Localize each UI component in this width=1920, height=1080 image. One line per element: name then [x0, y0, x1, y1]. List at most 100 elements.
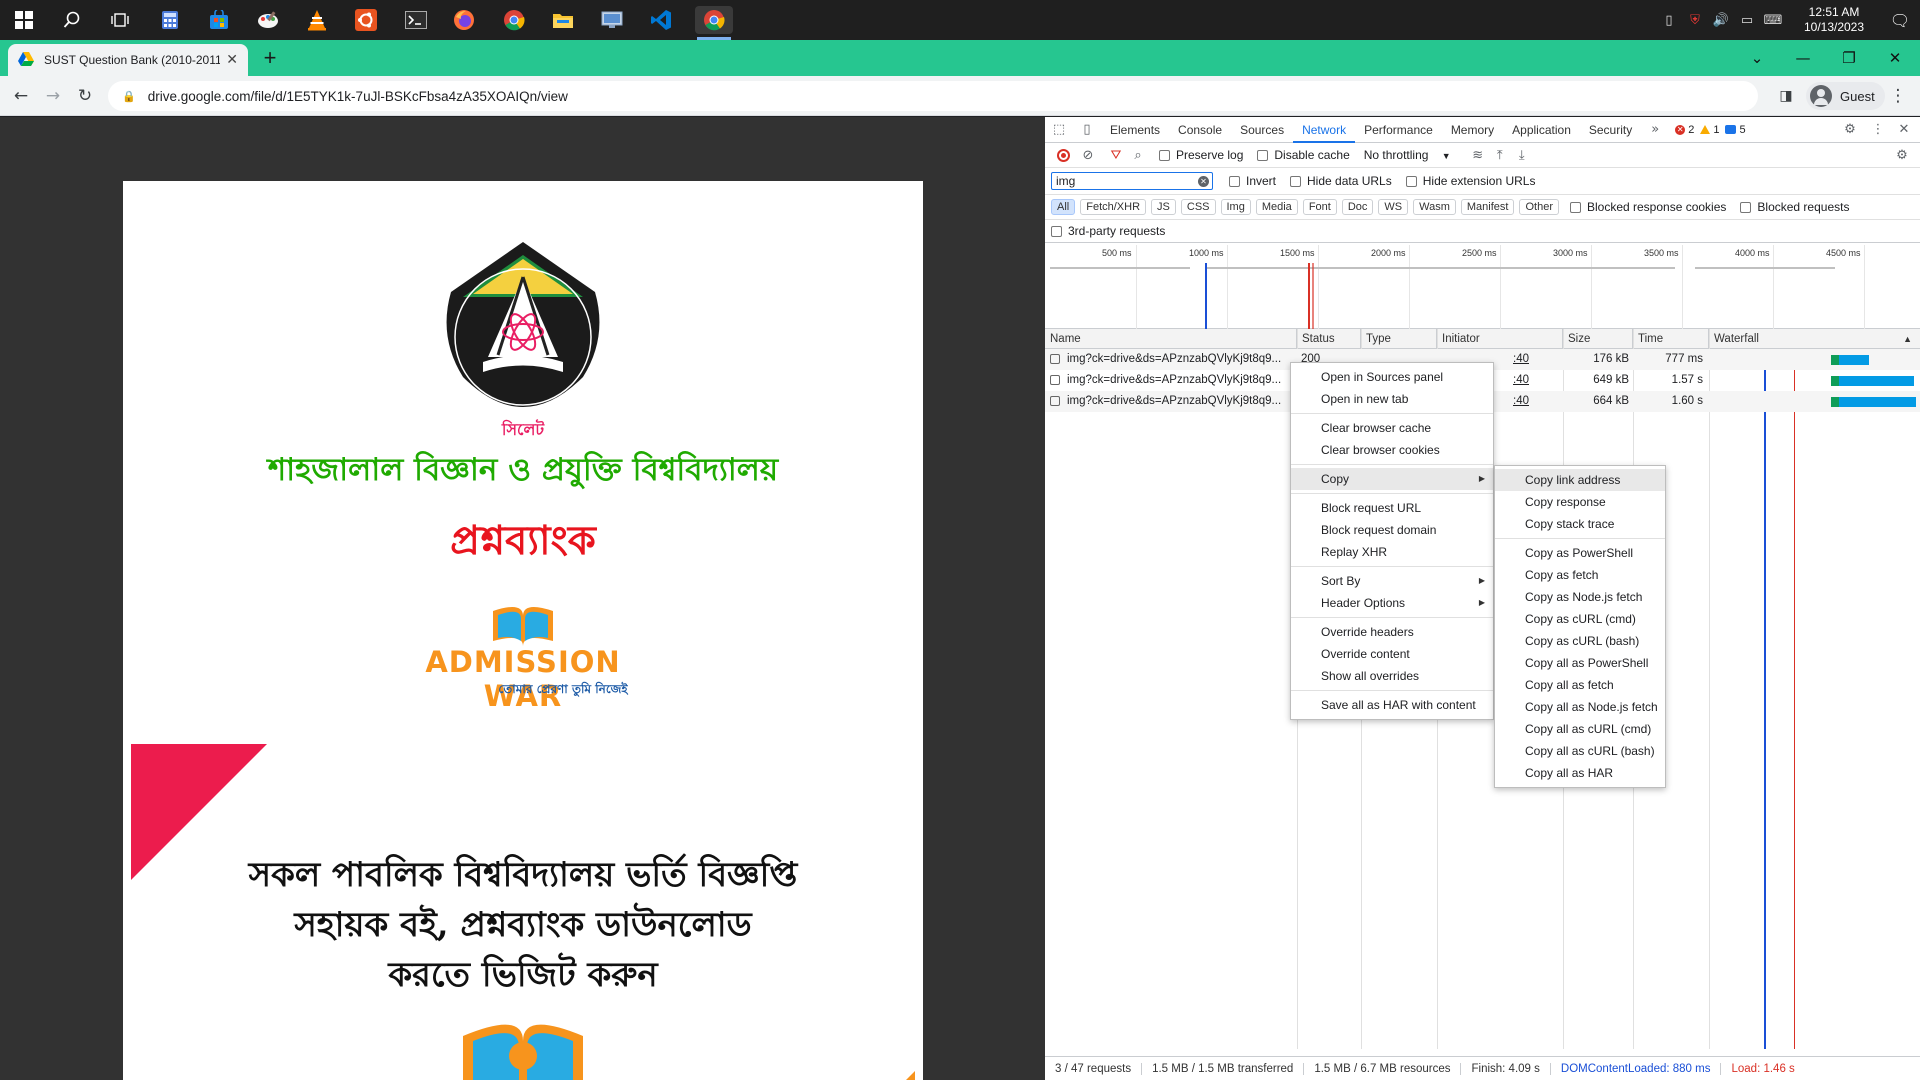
- menu-save-har[interactable]: Save all as HAR with content: [1291, 694, 1493, 716]
- third-party-checkbox[interactable]: 3rd-party requests: [1051, 224, 1165, 238]
- menu-copy-all-as-fetch[interactable]: Copy all as fetch: [1495, 674, 1665, 696]
- device-toolbar-icon[interactable]: ▯: [1073, 122, 1101, 137]
- menu-copy-as-fetch[interactable]: Copy as fetch: [1495, 564, 1665, 586]
- close-window-button[interactable]: ✕: [1872, 40, 1918, 76]
- terminal-icon[interactable]: [402, 6, 430, 34]
- volume-icon[interactable]: 🔊: [1710, 13, 1732, 28]
- notification-icon[interactable]: 🗨: [1880, 11, 1920, 30]
- menu-copy-as-powershell[interactable]: Copy as PowerShell: [1495, 542, 1665, 564]
- menu-copy-all-as-curl-bash[interactable]: Copy all as cURL (bash): [1495, 740, 1665, 762]
- lock-icon[interactable]: 🔒: [122, 90, 136, 103]
- col-name[interactable]: Name: [1045, 329, 1297, 349]
- menu-clear-cache[interactable]: Clear browser cache: [1291, 417, 1493, 439]
- menu-replay-xhr[interactable]: Replay XHR: [1291, 541, 1493, 563]
- reload-button[interactable]: ↻: [73, 84, 97, 108]
- hide-extension-urls-checkbox[interactable]: Hide extension URLs: [1405, 174, 1535, 188]
- col-time[interactable]: Time: [1633, 329, 1709, 349]
- disable-cache-checkbox[interactable]: Disable cache: [1257, 148, 1350, 162]
- record-button[interactable]: [1057, 148, 1070, 162]
- import-har-icon[interactable]: ⤒: [1489, 148, 1511, 163]
- vlc-icon[interactable]: [303, 6, 331, 34]
- tab-application[interactable]: Application: [1503, 117, 1580, 143]
- menu-block-url[interactable]: Block request URL: [1291, 497, 1493, 519]
- restore-button[interactable]: ❐: [1826, 40, 1872, 76]
- chrome-icon[interactable]: [500, 6, 528, 34]
- menu-show-overrides[interactable]: Show all overrides: [1291, 665, 1493, 687]
- menu-copy-all-as-curl-cmd[interactable]: Copy all as cURL (cmd): [1495, 718, 1665, 740]
- type-filter-wasm[interactable]: Wasm: [1413, 199, 1456, 215]
- preserve-log-checkbox[interactable]: Preserve log: [1159, 148, 1243, 162]
- settings-gear-icon[interactable]: ⚙: [1836, 122, 1864, 137]
- menu-header-options[interactable]: Header Options ▶: [1291, 592, 1493, 614]
- menu-copy-all-as-nodejs-fetch[interactable]: Copy all as Node.js fetch: [1495, 696, 1665, 718]
- windows-start-icon[interactable]: [10, 6, 38, 34]
- network-conditions-icon[interactable]: ≋: [1467, 148, 1489, 163]
- message-count-badge[interactable]: 5: [1725, 124, 1746, 136]
- request-initiator[interactable]: :40: [1513, 391, 1553, 412]
- menu-copy-as-curl-cmd[interactable]: Copy as cURL (cmd): [1495, 608, 1665, 630]
- security-shield-icon[interactable]: ⛨: [1684, 13, 1706, 28]
- clear-icon[interactable]: ⊘: [1077, 148, 1099, 163]
- type-filter-manifest[interactable]: Manifest: [1460, 199, 1515, 215]
- type-filter-img[interactable]: Img: [1220, 199, 1251, 215]
- tab-network[interactable]: Network: [1293, 117, 1356, 143]
- warning-count-badge[interactable]: 1: [1700, 124, 1719, 136]
- back-button[interactable]: ←: [9, 84, 33, 108]
- network-icon[interactable]: ▭: [1736, 13, 1758, 28]
- clear-filter-icon[interactable]: ✕: [1198, 176, 1209, 187]
- address-bar[interactable]: 🔒 drive.google.com/file/d/1E5TYK1k-7uJl-…: [108, 81, 1758, 111]
- search-icon[interactable]: [58, 6, 86, 34]
- type-filter-css[interactable]: CSS: [1180, 199, 1216, 215]
- profile-button[interactable]: Guest: [1806, 82, 1885, 110]
- tab-console[interactable]: Console: [1169, 117, 1231, 143]
- menu-copy-response[interactable]: Copy response: [1495, 491, 1665, 513]
- remote-desktop-icon[interactable]: [598, 6, 626, 34]
- menu-copy-as-curl-bash[interactable]: Copy as cURL (bash): [1495, 630, 1665, 652]
- blocked-requests-checkbox[interactable]: Blocked requests: [1740, 200, 1849, 214]
- col-initiator[interactable]: Initiator: [1437, 329, 1563, 349]
- filter-icon[interactable]: ⛛: [1105, 148, 1127, 163]
- menu-block-domain[interactable]: Block request domain: [1291, 519, 1493, 541]
- tab-memory[interactable]: Memory: [1442, 117, 1503, 143]
- type-filter-ws[interactable]: WS: [1378, 199, 1409, 215]
- menu-copy[interactable]: Copy ▶: [1291, 468, 1493, 490]
- type-filter-other[interactable]: Other: [1519, 199, 1559, 215]
- blocked-response-cookies-checkbox[interactable]: Blocked response cookies: [1569, 200, 1726, 214]
- file-explorer-icon[interactable]: [549, 6, 577, 34]
- battery-icon[interactable]: ▯: [1658, 13, 1680, 28]
- network-settings-icon[interactable]: ⚙: [1888, 148, 1916, 163]
- tab-performance[interactable]: Performance: [1355, 117, 1442, 143]
- col-size[interactable]: Size: [1563, 329, 1633, 349]
- type-filter-media[interactable]: Media: [1255, 199, 1298, 215]
- type-filter-js[interactable]: JS: [1151, 199, 1176, 215]
- menu-open-in-new-tab[interactable]: Open in new tab: [1291, 388, 1493, 410]
- export-har-icon[interactable]: ⤓: [1511, 148, 1533, 163]
- type-filter-font[interactable]: Font: [1302, 199, 1337, 215]
- chrome-active-icon[interactable]: [695, 6, 733, 40]
- request-initiator[interactable]: :40: [1513, 370, 1553, 391]
- throttling-select[interactable]: No throttling ▼: [1364, 148, 1451, 162]
- filter-input[interactable]: img ✕: [1051, 172, 1213, 190]
- tab-elements[interactable]: Elements: [1101, 117, 1169, 143]
- ubuntu-icon[interactable]: [352, 6, 380, 34]
- new-tab-button[interactable]: +: [258, 46, 282, 70]
- network-overview[interactable]: 500 ms 1000 ms 1500 ms 2000 ms 2500 ms 3…: [1045, 245, 1920, 329]
- vscode-icon[interactable]: [647, 6, 675, 34]
- menu-override-headers[interactable]: Override headers: [1291, 621, 1493, 643]
- calculator-icon[interactable]: [156, 6, 184, 34]
- inspect-element-icon[interactable]: ⬚: [1045, 122, 1073, 137]
- menu-clear-cookies[interactable]: Clear browser cookies: [1291, 439, 1493, 461]
- tab-close-icon[interactable]: ✕: [226, 52, 238, 68]
- tab-security[interactable]: Security: [1580, 117, 1641, 143]
- tab-search-icon[interactable]: ⌄: [1734, 40, 1780, 76]
- search-network-icon[interactable]: ⌕: [1127, 148, 1149, 163]
- menu-override-content[interactable]: Override content: [1291, 643, 1493, 665]
- invert-checkbox[interactable]: Invert: [1229, 174, 1276, 188]
- minimize-button[interactable]: —: [1780, 40, 1826, 76]
- menu-copy-stack-trace[interactable]: Copy stack trace: [1495, 513, 1665, 535]
- hide-data-urls-checkbox[interactable]: Hide data URLs: [1290, 174, 1392, 188]
- keyboard-icon[interactable]: ⌨: [1762, 13, 1784, 28]
- menu-open-in-sources[interactable]: Open in Sources panel: [1291, 366, 1493, 388]
- more-tabs-icon[interactable]: »: [1641, 122, 1669, 137]
- menu-copy-all-as-powershell[interactable]: Copy all as PowerShell: [1495, 652, 1665, 674]
